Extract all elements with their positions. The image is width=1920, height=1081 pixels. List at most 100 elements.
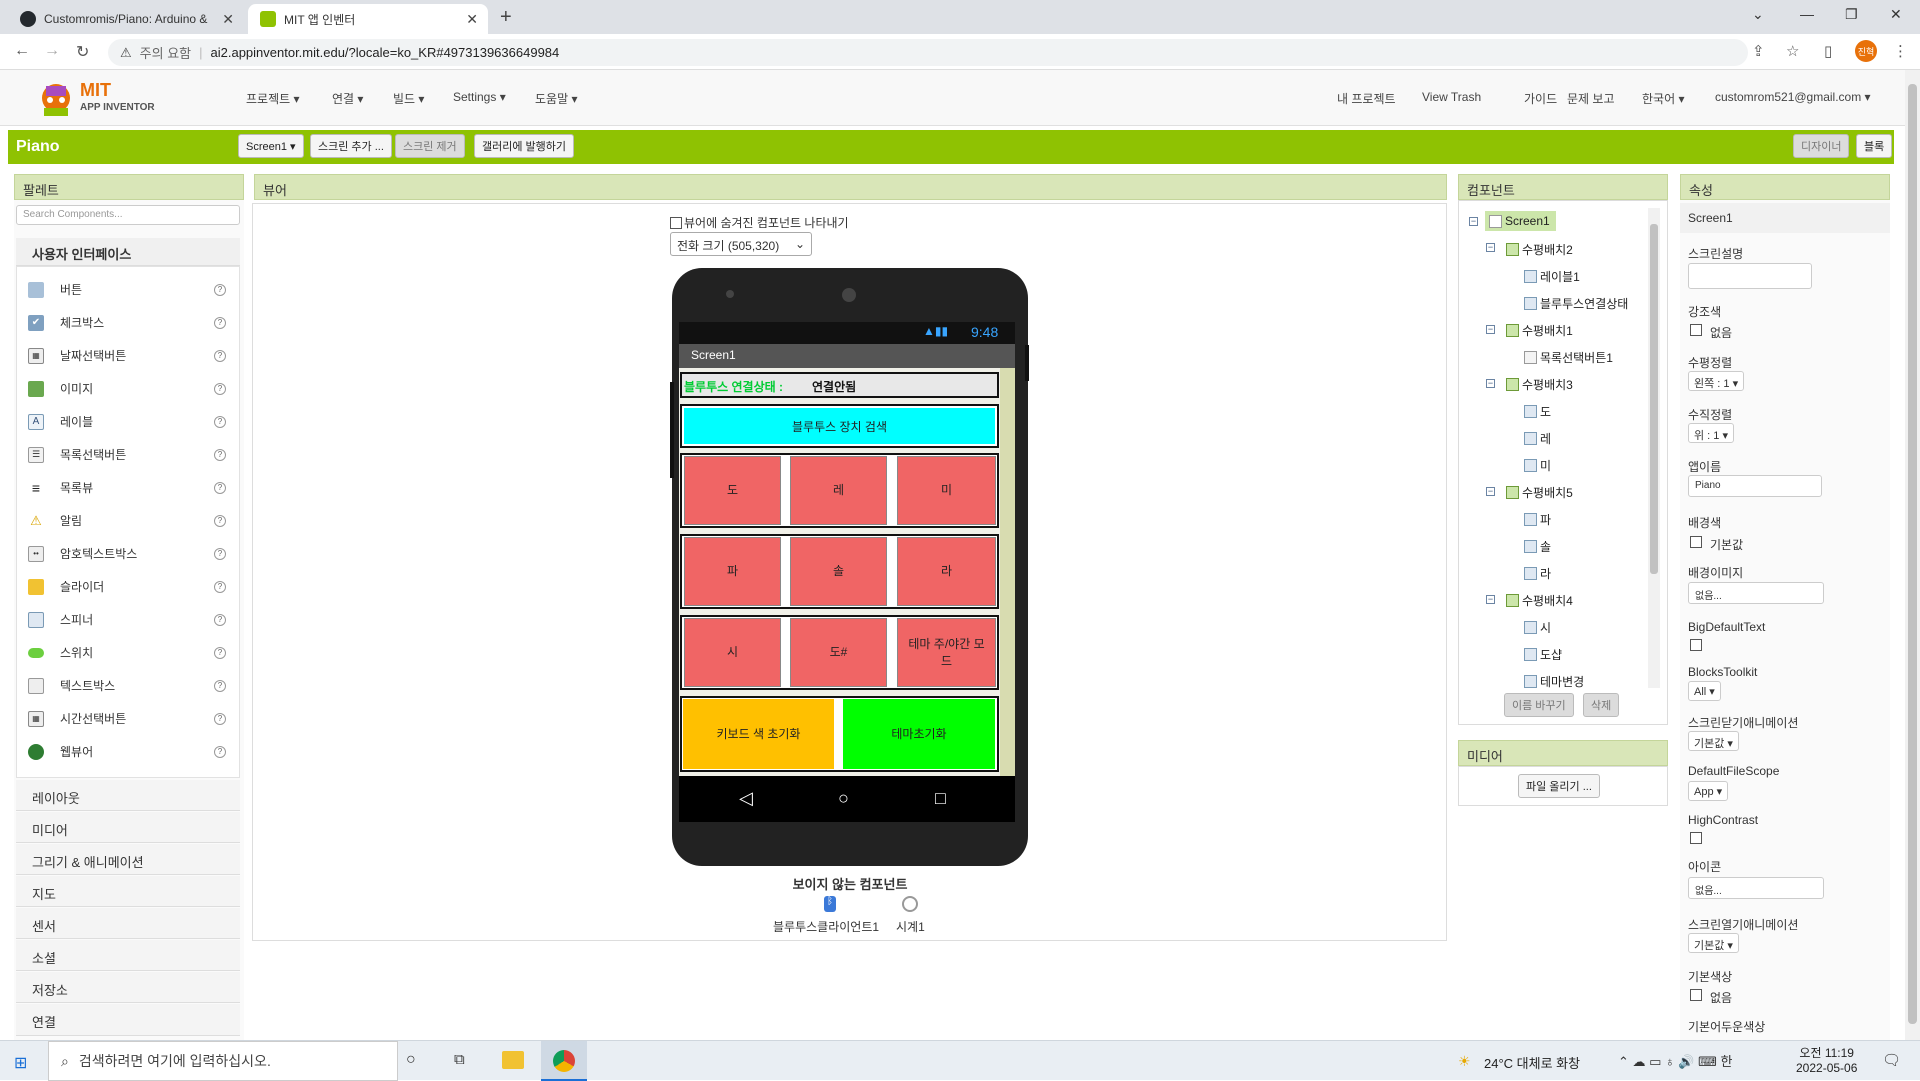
tree-button-sol[interactable]: 솔: [1524, 538, 1551, 555]
url-field[interactable]: ⚠ 주의 요함 | ai2.appinventor.mit.edu/?local…: [108, 39, 1748, 66]
new-tab-button[interactable]: +: [500, 6, 512, 29]
palette-item-listview[interactable]: ≡ 목록뷰?: [16, 471, 240, 504]
help-icon[interactable]: ?: [214, 712, 226, 725]
help-icon[interactable]: ?: [214, 448, 226, 461]
help-icon[interactable]: ?: [214, 514, 226, 527]
tree-theme-button[interactable]: 테마변경: [1524, 673, 1584, 690]
checkbox-icon[interactable]: [670, 216, 682, 229]
help-icon[interactable]: ?: [214, 481, 226, 494]
tab-appinventor[interactable]: MIT 앱 인벤터 ✕: [248, 4, 488, 34]
menu-help[interactable]: 도움말 ▾: [535, 90, 577, 107]
share-icon[interactable]: ⇪: [1752, 42, 1765, 60]
background-image-picker[interactable]: 없음...: [1688, 582, 1824, 604]
tree-listpicker1[interactable]: 목록선택버튼1: [1524, 349, 1613, 366]
close-tab-icon[interactable]: ✕: [466, 11, 478, 28]
palette-item-switch[interactable]: 스위치?: [16, 636, 240, 669]
scroll-thumb[interactable]: [1908, 84, 1917, 1024]
key-mi[interactable]: 미: [897, 456, 996, 525]
tree-screen1[interactable]: Screen1: [1485, 211, 1556, 231]
help-icon[interactable]: ?: [214, 745, 226, 758]
menu-view-trash[interactable]: View Trash: [1422, 90, 1481, 104]
menu-kebab-icon[interactable]: ⋮: [1893, 42, 1908, 60]
key-la[interactable]: 라: [897, 537, 996, 606]
open-animation-select[interactable]: 기본값 ▾: [1688, 933, 1739, 953]
clock-icon[interactable]: [902, 896, 918, 912]
blocks-toolkit-select[interactable]: All ▾: [1688, 681, 1721, 701]
windows-start-icon[interactable]: ⊞: [14, 1053, 27, 1073]
key-fa[interactable]: 파: [684, 537, 781, 606]
tree-label1[interactable]: 레이블1: [1524, 268, 1580, 285]
collapse-toggle-icon[interactable]: −: [1486, 325, 1495, 334]
reset-keyboard-color-button[interactable]: 키보드 색 초기화: [683, 699, 834, 769]
scroll-thumb[interactable]: [1650, 224, 1658, 574]
nav-home-icon[interactable]: ○: [838, 788, 849, 809]
collapse-toggle-icon[interactable]: −: [1486, 595, 1495, 604]
screen-scrollbar[interactable]: [1000, 368, 1015, 776]
menu-guide[interactable]: 가이드: [1524, 90, 1557, 107]
key-do-sharp[interactable]: 도#: [790, 618, 887, 687]
chrome-taskbar-button[interactable]: [541, 1041, 587, 1081]
weather-text[interactable]: 24°C 대체로 화창: [1484, 1053, 1580, 1072]
menu-settings[interactable]: Settings ▾: [453, 90, 506, 104]
help-icon[interactable]: ?: [214, 382, 226, 395]
delete-button[interactable]: 삭제: [1583, 693, 1620, 717]
task-view-icon[interactable]: ⧉: [454, 1051, 465, 1068]
palette-item-datepicker[interactable]: ▦ 날짜선택버튼?: [16, 339, 240, 372]
screen-select[interactable]: Screen1 ▾: [238, 134, 304, 158]
collapse-toggle-icon[interactable]: −: [1486, 243, 1495, 252]
palette-item-timepicker[interactable]: ▦ 시간선택버튼?: [16, 702, 240, 735]
bt-search-button[interactable]: 블루투스 장치 검색: [684, 408, 995, 444]
accent-color-swatch[interactable]: [1690, 324, 1702, 336]
key-do[interactable]: 도: [684, 456, 781, 525]
minimize-button[interactable]: —: [1800, 6, 1814, 22]
menu-report[interactable]: 문제 보고: [1567, 90, 1615, 107]
phone-size-select[interactable]: 전화 크기 (505,320) ⌄: [670, 232, 812, 256]
tree-hlayout4[interactable]: 수평배치4: [1506, 592, 1573, 609]
help-icon[interactable]: ?: [214, 547, 226, 560]
palette-category-social[interactable]: 소셜: [16, 940, 240, 971]
tree-bt-status-label[interactable]: 블루투스연결상태: [1524, 295, 1628, 312]
help-icon[interactable]: ?: [214, 679, 226, 692]
palette-category-connectivity[interactable]: 연결: [16, 1004, 240, 1036]
nav-back-icon[interactable]: ◁: [739, 788, 753, 809]
tree-button-la[interactable]: 라: [1524, 565, 1551, 582]
help-icon[interactable]: ?: [214, 613, 226, 626]
palette-category-layout[interactable]: 레이아웃: [16, 780, 240, 811]
taskbar-search-input[interactable]: ⌕ 검색하려면 여기에 입력하십시오.: [48, 1041, 398, 1081]
help-icon[interactable]: ?: [214, 580, 226, 593]
help-icon[interactable]: ?: [214, 646, 226, 659]
tree-button-do-sharp[interactable]: 도샵: [1524, 646, 1562, 663]
component-search-input[interactable]: Search Components...: [16, 205, 240, 225]
palette-item-label[interactable]: A 레이블?: [16, 405, 240, 438]
default-file-scope-select[interactable]: App ▾: [1688, 781, 1729, 801]
file-explorer-icon[interactable]: [502, 1051, 524, 1069]
show-hidden-checkbox[interactable]: 뷰어에 숨겨진 컴포넌트 나타내기: [670, 214, 849, 231]
key-re[interactable]: 레: [790, 456, 887, 525]
palette-item-passwordtextbox[interactable]: •• 암호텍스트박스?: [16, 537, 240, 570]
align-horizontal-select[interactable]: 왼쪽 : 1 ▾: [1688, 371, 1745, 391]
maximize-button[interactable]: ❐: [1845, 6, 1858, 23]
icon-picker[interactable]: 없음...: [1688, 877, 1824, 899]
reset-theme-button[interactable]: 테마초기화: [843, 699, 995, 769]
help-icon[interactable]: ?: [214, 316, 226, 329]
palette-item-button[interactable]: 버튼?: [16, 273, 240, 306]
close-window-button[interactable]: ✕: [1890, 6, 1902, 23]
reload-icon[interactable]: ↻: [76, 42, 89, 62]
tree-hlayout1[interactable]: 수평배치1: [1506, 322, 1573, 339]
collapse-toggle-icon[interactable]: −: [1469, 217, 1478, 226]
sidebar-icon[interactable]: ▯: [1824, 42, 1832, 60]
key-sol[interactable]: 솔: [790, 537, 887, 606]
help-icon[interactable]: ?: [214, 415, 226, 428]
key-si[interactable]: 시: [684, 618, 781, 687]
rename-button[interactable]: 이름 바꾸기: [1504, 693, 1574, 717]
tray-icons[interactable]: ⌃ ☁ ▭ ♁ 🔊 ⌨ 한: [1618, 1051, 1733, 1070]
page-scrollbar[interactable]: [1905, 70, 1920, 1040]
palette-item-webviewer[interactable]: 웹뷰어?: [16, 735, 240, 768]
palette-category-drawing[interactable]: 그리기 & 애니메이션: [16, 844, 240, 875]
theme-toggle-button[interactable]: 테마 주/야간 모드: [897, 618, 996, 687]
menu-connect[interactable]: 연결 ▾: [332, 90, 363, 107]
primary-color-swatch[interactable]: [1690, 989, 1702, 1001]
screen-description-input[interactable]: [1688, 263, 1812, 289]
tree-button-do[interactable]: 도: [1524, 403, 1551, 420]
big-default-text-checkbox[interactable]: [1690, 639, 1702, 651]
